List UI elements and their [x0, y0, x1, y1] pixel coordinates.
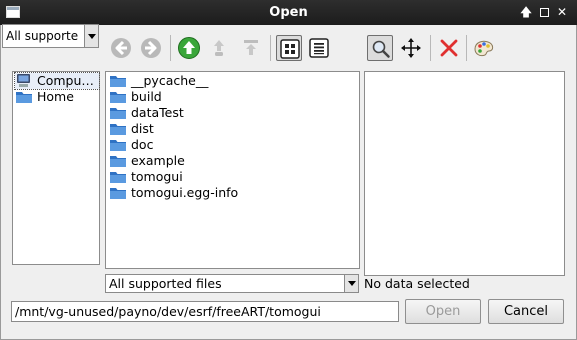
list-item[interactable]: tomogui	[109, 169, 183, 185]
file-name: tomogui	[131, 169, 183, 184]
cancel-button[interactable]: Cancel	[488, 299, 564, 324]
folder-icon	[109, 169, 127, 185]
window-title: Open	[269, 5, 308, 20]
open-button[interactable]: Open	[405, 299, 481, 324]
sidebar-item-label: Compu…	[37, 73, 94, 88]
grid-view-icon	[280, 39, 300, 59]
up-arrow-icon	[178, 37, 200, 59]
move-icon	[401, 38, 421, 58]
parent-directory-button[interactable]	[176, 35, 202, 61]
keep-above-icon[interactable]: 🡅	[519, 4, 533, 20]
home-icon	[214, 40, 224, 56]
file-name: doc	[131, 137, 154, 152]
toolbar-separator	[170, 35, 171, 61]
list-view-icon	[309, 38, 329, 58]
forward-button[interactable]	[138, 35, 164, 61]
list-item[interactable]: build	[109, 89, 162, 105]
folder-icon	[109, 73, 127, 89]
pan-mode-button[interactable]	[398, 35, 424, 61]
file-name: dataTest	[131, 105, 184, 120]
preview-pane	[364, 71, 565, 276]
file-list: __pycache__ build dataTest dist doc exam…	[105, 71, 360, 269]
list-item[interactable]: tomogui.egg-info	[109, 185, 238, 201]
palette-icon	[474, 40, 494, 57]
chevron-down-icon[interactable]	[344, 275, 358, 292]
folder-icon	[109, 121, 127, 137]
clear-button[interactable]	[436, 35, 462, 61]
sidebar-item-label: Home	[37, 89, 74, 104]
zoom-mode-button[interactable]	[367, 35, 393, 61]
file-name: build	[131, 89, 162, 104]
toolbar-separator	[466, 35, 467, 61]
folder-icon	[109, 137, 127, 153]
list-item[interactable]: dist	[109, 121, 154, 137]
maximize-button[interactable]	[537, 4, 551, 20]
home-button[interactable]	[206, 35, 232, 61]
computer-icon	[15, 73, 33, 89]
sidebar-item-computer[interactable]: Compu…	[14, 72, 100, 90]
file-name: example	[131, 153, 185, 168]
toolbar-filter-value: All supporte	[6, 29, 79, 43]
sidebar-item-home[interactable]: Home	[15, 89, 99, 105]
sidebar: Compu… Home	[12, 71, 100, 265]
detail-view-button[interactable]	[306, 35, 332, 61]
list-item[interactable]: dataTest	[109, 105, 184, 121]
folder-icon	[109, 153, 127, 169]
close-window-button[interactable]: ✕	[555, 4, 569, 20]
back-arrow-icon	[111, 38, 131, 58]
chevron-down-icon[interactable]	[84, 25, 98, 47]
back-button[interactable]	[108, 35, 134, 61]
folder-icon	[109, 185, 127, 201]
icon-view-button[interactable]	[276, 35, 302, 61]
folder-icon	[109, 89, 127, 105]
path-input[interactable]	[11, 301, 399, 322]
red-x-icon	[440, 39, 458, 57]
magnifier-icon	[372, 40, 390, 58]
colormap-button[interactable]	[471, 35, 497, 61]
folder-icon	[15, 89, 33, 105]
file-type-combo[interactable]: All supported files	[105, 274, 359, 293]
list-item[interactable]: doc	[109, 137, 153, 153]
preview-status: No data selected	[364, 276, 470, 291]
toolbar-filter-combo[interactable]: All supporte	[2, 24, 99, 48]
list-item[interactable]: __pycache__	[109, 73, 208, 89]
file-name: __pycache__	[131, 73, 209, 88]
title-bar: Open 🡅 ✕	[0, 0, 577, 25]
toolbar-separator	[270, 35, 271, 61]
forward-arrow-icon	[141, 38, 161, 58]
file-type-value: All supported files	[109, 276, 222, 291]
list-item[interactable]: example	[109, 153, 185, 169]
file-name: tomogui.egg-info	[131, 185, 239, 200]
toolbar-separator	[430, 35, 431, 61]
folder-icon	[109, 105, 127, 121]
root-icon	[244, 40, 258, 55]
root-button[interactable]	[238, 35, 264, 61]
file-name: dist	[131, 121, 154, 136]
